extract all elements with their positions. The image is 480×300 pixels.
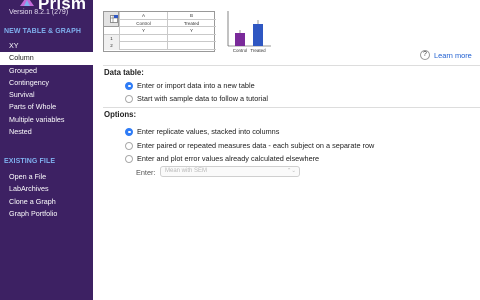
learn-more-link[interactable]: ? Learn more xyxy=(420,50,472,60)
sidebar-item-nested[interactable]: Nested xyxy=(0,126,93,138)
radio-replicate-values[interactable]: Enter replicate values, stacked into col… xyxy=(125,127,279,136)
thumb-name-row: Control Treated xyxy=(104,19,216,27)
bar-treated xyxy=(253,24,263,46)
radio-new-table[interactable]: Enter or import data into a new table xyxy=(125,81,255,90)
sidebar-item-multiple-variables[interactable]: Multiple variables xyxy=(0,114,93,126)
thumb-cell xyxy=(119,34,167,42)
sidebar-item-column[interactable]: Column xyxy=(0,52,93,65)
sidebar-item-clone-a-graph[interactable]: Clone a Graph xyxy=(0,196,93,208)
data-table-thumbnail: A B Control Treated Y Y 1 2 xyxy=(103,11,216,52)
sidebar-item-grouped[interactable]: Grouped xyxy=(0,65,93,77)
thumb-data-row: 1 xyxy=(104,34,216,42)
thumb-row-number: 1 xyxy=(104,34,119,42)
prism-logo-icon xyxy=(20,0,34,6)
radio-paired-data[interactable]: Enter paired or repeated measures data -… xyxy=(125,141,374,150)
thumb-sub-row: Y Y xyxy=(104,27,216,35)
learn-more-label: Learn more xyxy=(434,50,472,60)
data-table-heading: Data table: xyxy=(104,68,144,77)
existing-file-section-title: EXISTING FILE xyxy=(4,158,56,165)
sidebar-item-contingency[interactable]: Contingency xyxy=(0,77,93,89)
chart-category-label: Control xyxy=(233,48,248,53)
thumb-corner-cell xyxy=(104,12,119,27)
new-table-nav: XY Column Grouped Contingency Survival P… xyxy=(0,40,93,138)
thumb-col-sub: Y xyxy=(119,27,167,35)
thumb-row-number: 2 xyxy=(104,42,119,50)
thumb-cell xyxy=(119,42,167,50)
app-version: Version 8.2.1 (279) xyxy=(9,9,69,16)
radio-button[interactable] xyxy=(125,94,133,103)
sidebar-item-xy[interactable]: XY xyxy=(0,40,93,52)
thumb-col-letter: A xyxy=(119,12,167,20)
help-icon: ? xyxy=(420,50,430,60)
radio-label: Enter replicate values, stacked into col… xyxy=(137,127,280,136)
sidebar: Prism Version 8.2.1 (279) NEW TABLE & GR… xyxy=(0,0,93,300)
sidebar-item-survival[interactable]: Survival xyxy=(0,89,93,101)
radio-button-checked[interactable] xyxy=(125,81,133,90)
divider xyxy=(103,65,480,66)
sidebar-item-labarchives[interactable]: LabArchives xyxy=(0,183,93,195)
sidebar-item-graph-portfolio[interactable]: Graph Portfolio xyxy=(0,208,93,220)
thumb-data-row: 2 xyxy=(104,42,216,50)
select-arrows-icon: ⌃⌄ xyxy=(286,168,296,174)
thumb-cell xyxy=(167,42,215,50)
graph-thumbnail: Control Treated xyxy=(227,11,271,53)
radio-sample-data[interactable]: Start with sample data to follow a tutor… xyxy=(125,94,268,103)
thumb-col-name: Treated xyxy=(167,19,215,27)
radio-label: Enter or import data into a new table xyxy=(137,81,255,90)
radio-button[interactable] xyxy=(125,141,133,150)
radio-label: Start with sample data to follow a tutor… xyxy=(137,94,269,103)
thumb-col-letter: B xyxy=(167,12,215,20)
new-table-section-title: NEW TABLE & GRAPH xyxy=(4,28,82,35)
existing-file-nav: Open a File LabArchives Clone a Graph Gr… xyxy=(0,171,93,220)
chart-category-label: Treated xyxy=(250,48,266,53)
radio-button-checked[interactable] xyxy=(125,127,133,136)
thumb-col-sub: Y xyxy=(167,27,215,35)
thumb-col-name: Control xyxy=(119,19,167,27)
thumb-letter-row: A B xyxy=(104,12,216,20)
radio-button[interactable] xyxy=(125,154,133,163)
table-grid-icon xyxy=(110,15,118,23)
thumb-cell xyxy=(167,34,215,42)
radio-label: Enter and plot error values already calc… xyxy=(137,154,320,163)
radio-label: Enter paired or repeated measures data -… xyxy=(137,141,375,150)
enter-label: Enter: xyxy=(136,168,156,177)
bar-control xyxy=(235,33,245,46)
sidebar-item-parts-of-whole[interactable]: Parts of Whole xyxy=(0,101,93,113)
radio-error-values[interactable]: Enter and plot error values already calc… xyxy=(125,154,319,163)
select-value: Mean with SEM xyxy=(165,168,208,174)
options-heading: Options: xyxy=(104,110,137,119)
divider xyxy=(103,107,480,108)
sidebar-item-open-a-file[interactable]: Open a File xyxy=(0,171,93,183)
error-format-select[interactable]: Mean with SEM ⌃⌄ xyxy=(160,166,300,177)
